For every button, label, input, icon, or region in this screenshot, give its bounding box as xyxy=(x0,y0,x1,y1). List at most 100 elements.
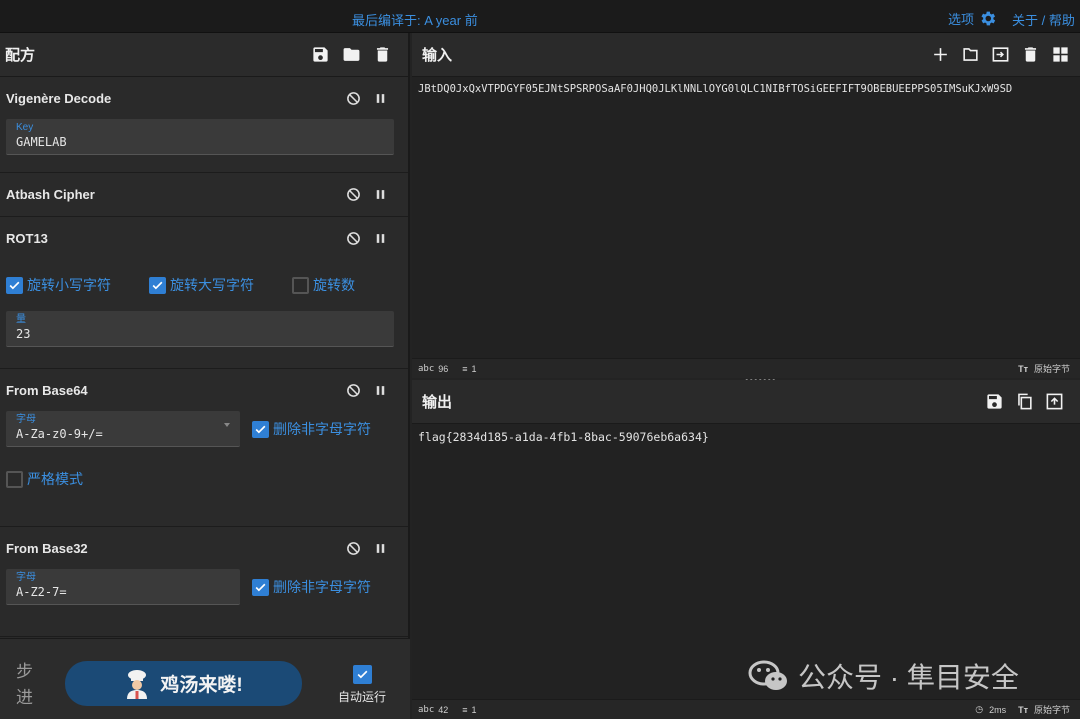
checkbox-checked-icon xyxy=(6,276,23,294)
layout-icon[interactable] xyxy=(1051,45,1070,64)
operation-title: ROT13 xyxy=(6,230,48,246)
step-label-1: 步 xyxy=(16,662,33,681)
input-pane: 输入 JBtDQ0JxQxVTPDGYF05EJNtSPSRPOSaAF0JHQ… xyxy=(412,33,1080,378)
pause-icon[interactable] xyxy=(373,91,388,106)
strict-mode-checkbox[interactable]: 严格模式 xyxy=(0,469,370,489)
gear-icon xyxy=(981,11,996,26)
checkbox-label: 旋转数 xyxy=(313,277,355,293)
length-icon: abc xyxy=(418,363,435,374)
disable-icon[interactable] xyxy=(346,541,361,556)
top-bar: 最后编译于: A year 前 选项 关于 / 帮助 xyxy=(0,0,1080,33)
recipe-header: 配方 xyxy=(0,33,408,77)
output-status-bar: abc 42 ≡ 1 ◷ 2ms Tт 原始字节 xyxy=(412,699,1080,719)
options-link[interactable]: 选项 xyxy=(948,9,997,28)
folder-open-icon[interactable] xyxy=(961,45,980,64)
wechat-icon xyxy=(748,660,787,690)
operation-rot13: ROT13 旋转小写字符 旋转大写字符 旋转数 量 23 xyxy=(0,217,408,369)
alphabet-label: 字母 xyxy=(16,572,36,583)
amount-value: 23 xyxy=(16,327,31,341)
about-help-link[interactable]: 关于 / 帮助 xyxy=(1012,10,1075,29)
last-build-text: 最后编译于: A year 前 xyxy=(352,13,478,28)
checkbox-label: 删除非字母字符 xyxy=(273,579,371,595)
bake-button[interactable]: 鸡汤来喽! xyxy=(65,661,302,706)
pause-icon[interactable] xyxy=(373,383,388,398)
checkbox-label: 删除非字母字符 xyxy=(273,421,371,437)
key-field[interactable]: Key GAMELAB xyxy=(6,119,394,155)
operation-title: From Base32 xyxy=(6,540,88,556)
bake-time: 2ms xyxy=(989,704,1007,715)
operation-vigenere-decode: Vigenère Decode Key GAMELAB xyxy=(0,77,408,173)
alphabet-field[interactable]: 字母 A-Z2-7= xyxy=(6,569,240,605)
disable-icon[interactable] xyxy=(346,187,361,202)
pause-icon[interactable] xyxy=(373,541,388,556)
output-encoding[interactable]: 原始字节 xyxy=(1034,703,1070,716)
amount-field[interactable]: 量 23 xyxy=(6,311,394,347)
trash-icon[interactable] xyxy=(373,45,392,64)
text-format-icon: Tт xyxy=(1018,363,1028,374)
input-textarea[interactable]: JBtDQ0JxQxVTPDGYF05EJNtSPSRPOSaAF0JHQ0JL… xyxy=(412,77,1080,101)
amount-label: 量 xyxy=(16,314,26,325)
operation-title: Vigenère Decode xyxy=(6,90,112,106)
pause-icon[interactable] xyxy=(373,187,388,202)
bake-label: 鸡汤来喽! xyxy=(160,675,243,696)
recipe-title: 配方 xyxy=(5,47,36,64)
clock-icon: ◷ xyxy=(975,704,984,714)
chef-icon xyxy=(127,669,148,699)
input-char-count: 96 xyxy=(438,363,449,374)
input-encoding[interactable]: 原始字节 xyxy=(1034,362,1070,375)
key-value: GAMELAB xyxy=(16,135,67,149)
checkbox-checked-icon xyxy=(149,276,166,294)
operation-atbash-cipher: Atbash Cipher xyxy=(0,173,408,217)
checkbox-label: 旋转小写字符 xyxy=(27,277,111,293)
disable-icon[interactable] xyxy=(346,383,361,398)
rotate-uppercase-checkbox[interactable]: 旋转大写字符 xyxy=(149,275,254,295)
folder-icon[interactable] xyxy=(342,45,361,64)
output-text: flag{2834d185-a1da-4fb1-8bac-59076eb6a63… xyxy=(418,430,709,444)
step-label-2: 进 xyxy=(16,688,33,707)
operation-title: Atbash Cipher xyxy=(6,186,95,202)
lines-icon: ≡ xyxy=(462,363,468,374)
step-button[interactable]: 步 进 xyxy=(16,659,36,711)
output-line-count: 1 xyxy=(471,704,477,715)
save-icon[interactable] xyxy=(311,45,330,64)
copy-icon[interactable] xyxy=(1015,392,1034,411)
recipe-pane: 配方 Vigenère Decode Key GAMELAB Atbash Ci… xyxy=(0,33,410,719)
bake-controls: 步 进 鸡汤来喽! 自动运行 xyxy=(0,638,410,719)
remove-non-alphabet-checkbox[interactable]: 删除非字母字符 xyxy=(252,419,371,439)
operation-title: From Base64 xyxy=(6,382,88,398)
pause-icon[interactable] xyxy=(373,231,388,246)
checkbox-checked-icon xyxy=(252,578,269,596)
operation-from-base32: From Base32 字母 A-Z2-7= 删除非字母字符 xyxy=(0,527,408,637)
auto-bake-checkbox[interactable]: 自动运行 xyxy=(332,665,392,705)
plus-icon[interactable] xyxy=(931,45,950,64)
rotate-lowercase-checkbox[interactable]: 旋转小写字符 xyxy=(6,275,111,295)
disable-icon[interactable] xyxy=(346,231,361,246)
checkbox-unchecked-icon xyxy=(6,470,23,488)
lines-icon: ≡ xyxy=(462,704,468,715)
operation-from-base64: From Base64 字母 A-Za-z0-9+/= 删除非字母字符 严格模式 xyxy=(0,369,408,527)
alphabet-dropdown[interactable]: 字母 A-Za-z0-9+/= xyxy=(6,411,240,447)
dropdown-caret-icon xyxy=(224,423,230,427)
options-label: 选项 xyxy=(948,12,975,27)
input-title: 输入 xyxy=(422,47,453,64)
output-char-count: 42 xyxy=(438,704,449,715)
input-header: 输入 xyxy=(412,33,1080,77)
checkbox-label: 严格模式 xyxy=(27,471,83,487)
output-title: 输出 xyxy=(422,394,453,411)
input-line-count: 1 xyxy=(471,363,477,374)
trash-icon[interactable] xyxy=(1021,45,1040,64)
disable-icon[interactable] xyxy=(346,91,361,106)
watermark-text: 公众号 · 隼目安全 xyxy=(798,662,1019,693)
checkbox-checked-icon xyxy=(252,420,269,438)
save-icon[interactable] xyxy=(985,392,1004,411)
checkbox-label: 旋转大写字符 xyxy=(170,277,254,293)
remove-non-alphabet-checkbox[interactable]: 删除非字母字符 xyxy=(252,577,371,597)
import-icon[interactable] xyxy=(991,45,1010,64)
rotate-numbers-checkbox[interactable]: 旋转数 xyxy=(292,275,355,295)
alphabet-value: A-Za-z0-9+/= xyxy=(16,427,103,441)
length-icon: abc xyxy=(418,704,435,715)
text-format-icon: Tт xyxy=(1018,704,1028,715)
alphabet-label: 字母 xyxy=(16,414,36,425)
checkbox-unchecked-icon xyxy=(292,276,309,294)
replace-input-icon[interactable] xyxy=(1045,392,1064,411)
